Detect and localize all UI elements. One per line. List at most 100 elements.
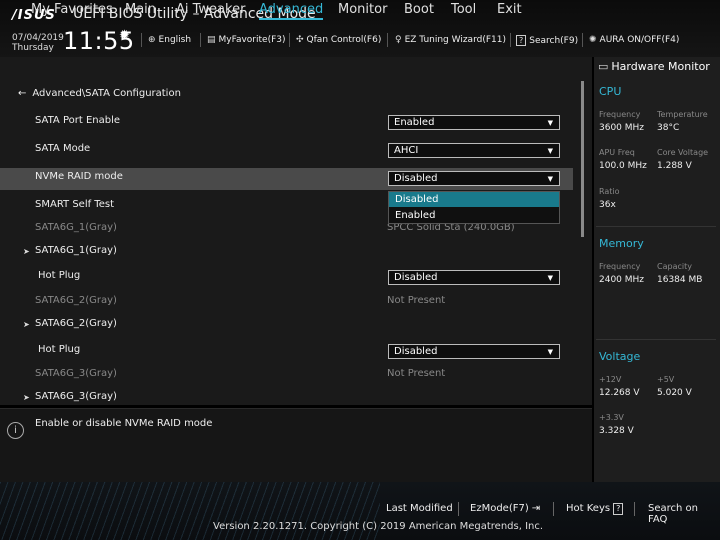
v12-label: +12V: [599, 375, 622, 384]
chevron-down-icon: ▼: [547, 348, 553, 356]
expand-arrow-icon[interactable]: ➤: [23, 320, 30, 329]
memory-frequency-value: 2400 MHz: [599, 275, 645, 285]
hot-plug-2-label: Hot Plug: [38, 344, 81, 355]
expand-arrow-icon[interactable]: ➤: [23, 247, 30, 256]
myfavorite-label: MyFavorite(F3): [218, 35, 286, 45]
breadcrumb-label: Advanced\SATA Configuration: [32, 88, 181, 99]
sata6g-3-submenu[interactable]: SATA6G_3(Gray): [35, 391, 117, 402]
toolbar-divider: [387, 33, 388, 47]
gear-icon[interactable]: ✹: [119, 28, 130, 43]
cpu-frequency-label: Frequency: [599, 110, 641, 119]
select-value: Disabled: [394, 346, 438, 357]
hot-plug-1-select[interactable]: Disabled ▼: [388, 270, 560, 285]
ezmode-label: EzMode(F7): [470, 503, 529, 514]
aura-label: AURA ON/OFF(F4): [599, 35, 680, 45]
footer-divider: [458, 502, 459, 516]
info-icon: i: [7, 422, 24, 439]
back-arrow-icon[interactable]: ←: [18, 88, 26, 99]
tab-ai-tweaker[interactable]: Ai Tweaker: [176, 2, 245, 17]
nvme-raid-mode-select[interactable]: Disabled ▼: [388, 171, 560, 186]
hardware-monitor-title: ▭ Hardware Monitor: [598, 60, 710, 73]
smart-self-test-label: SMART Self Test: [35, 199, 114, 210]
sata6g-1-submenu[interactable]: SATA6G_1(Gray): [35, 245, 117, 256]
sata6g-2-submenu[interactable]: SATA6G_2(Gray): [35, 318, 117, 329]
question-icon: ?: [516, 35, 527, 46]
hot-keys-label: Hot Keys: [566, 503, 611, 514]
section-divider: [596, 226, 716, 227]
footer-divider: [634, 502, 635, 516]
v33-label: +3.3V: [599, 413, 624, 422]
nvme-raid-mode-label: NVMe RAID mode: [35, 171, 123, 182]
ez-tuning-wizard-button[interactable]: ♀ EZ Tuning Wizard(F11): [395, 35, 506, 45]
v33-value: 3.328 V: [599, 426, 634, 436]
sata-mode-select[interactable]: AHCI ▼: [388, 143, 560, 158]
memory-capacity-value: 16384 MB: [657, 275, 703, 285]
ratio-label: Ratio: [599, 187, 620, 196]
footer-divider: [553, 502, 554, 516]
chevron-down-icon: ▼: [547, 147, 553, 155]
sata6g-2-info-label: SATA6G_2(Gray): [35, 295, 117, 306]
sata6g-1-info-label: SATA6G_1(Gray): [35, 222, 117, 233]
sata-port-enable-select[interactable]: Enabled ▼: [388, 115, 560, 130]
tab-tool[interactable]: Tool: [451, 2, 476, 17]
main-nav: [0, 57, 592, 80]
v12-value: 12.268 V: [599, 388, 640, 398]
select-value: Enabled: [394, 117, 435, 128]
qfan-control-button[interactable]: ✣ Qfan Control(F6): [296, 35, 381, 45]
sata-port-enable-label: SATA Port Enable: [35, 115, 121, 126]
core-voltage-label: Core Voltage: [657, 148, 709, 157]
search-button[interactable]: ? Search(F9): [516, 35, 578, 46]
qfan-label: Qfan Control(F6): [306, 35, 382, 45]
globe-icon: ⊕: [148, 35, 156, 45]
tab-monitor[interactable]: Monitor: [338, 2, 387, 17]
dropdown-option-disabled[interactable]: Disabled: [389, 192, 559, 207]
expand-arrow-icon[interactable]: ➤: [23, 393, 30, 402]
search-label: Search(F9): [529, 36, 579, 46]
chevron-down-icon: ▼: [547, 274, 553, 282]
last-modified-button[interactable]: Last Modified: [386, 503, 453, 514]
search-faq-button[interactable]: Search on FAQ: [648, 503, 720, 525]
sata-mode-label: SATA Mode: [35, 143, 91, 154]
dropdown-option-enabled[interactable]: Enabled: [389, 208, 559, 223]
toolbar-divider: [200, 33, 201, 47]
hot-keys-button[interactable]: Hot Keys?: [566, 503, 624, 515]
memory-frequency-label: Frequency: [599, 262, 641, 271]
exit-arrow-icon: ⇥: [531, 503, 541, 514]
memory-capacity-label: Capacity: [657, 262, 692, 271]
apu-freq-label: APU Freq: [599, 148, 635, 157]
v5-label: +5V: [657, 375, 675, 384]
tab-boot[interactable]: Boot: [404, 2, 434, 17]
apu-freq-value: 100.0 MHz: [599, 161, 647, 171]
myfavorite-button[interactable]: ▤ MyFavorite(F3): [207, 35, 286, 45]
aura-toggle-button[interactable]: ✺ AURA ON/OFF(F4): [589, 35, 679, 45]
toolbar-divider: [141, 33, 142, 47]
day-display: Thursday: [12, 43, 54, 53]
core-voltage-value: 1.288 V: [657, 161, 692, 171]
section-divider: [596, 339, 716, 340]
tab-my-favorites[interactable]: My Favorites: [31, 2, 113, 17]
sata6g-3-device-value: Not Present: [387, 368, 446, 379]
tab-exit[interactable]: Exit: [497, 2, 522, 17]
tab-main[interactable]: Main: [125, 2, 156, 17]
select-value: AHCI: [394, 145, 419, 156]
hot-plug-2-select[interactable]: Disabled ▼: [388, 344, 560, 359]
language-button[interactable]: ⊕ English: [148, 35, 191, 45]
question-icon: ?: [613, 503, 624, 515]
favorite-icon: ▤: [207, 35, 216, 45]
select-value: Disabled: [394, 272, 438, 283]
cpu-temperature-label: Temperature: [657, 110, 708, 119]
copyright-text: Version 2.20.1271. Copyright (C) 2019 Am…: [213, 521, 544, 532]
help-text: Enable or disable NVMe RAID mode: [35, 418, 213, 429]
breadcrumb[interactable]: ← Advanced\SATA Configuration: [18, 88, 181, 99]
cpu-heading: CPU: [599, 85, 622, 98]
tab-advanced[interactable]: Advanced: [259, 2, 324, 20]
ezmode-button[interactable]: EzMode(F7) ⇥: [470, 503, 540, 514]
ratio-value: 36x: [599, 200, 616, 210]
toolbar-divider: [582, 33, 583, 47]
fan-icon: ✣: [296, 35, 304, 45]
sata6g-3-info-label: SATA6G_3(Gray): [35, 368, 117, 379]
scrollbar[interactable]: [581, 81, 584, 237]
toolbar-divider: [510, 33, 511, 47]
monitor-icon: ▭: [598, 60, 609, 73]
cpu-frequency-value: 3600 MHz: [599, 123, 645, 133]
